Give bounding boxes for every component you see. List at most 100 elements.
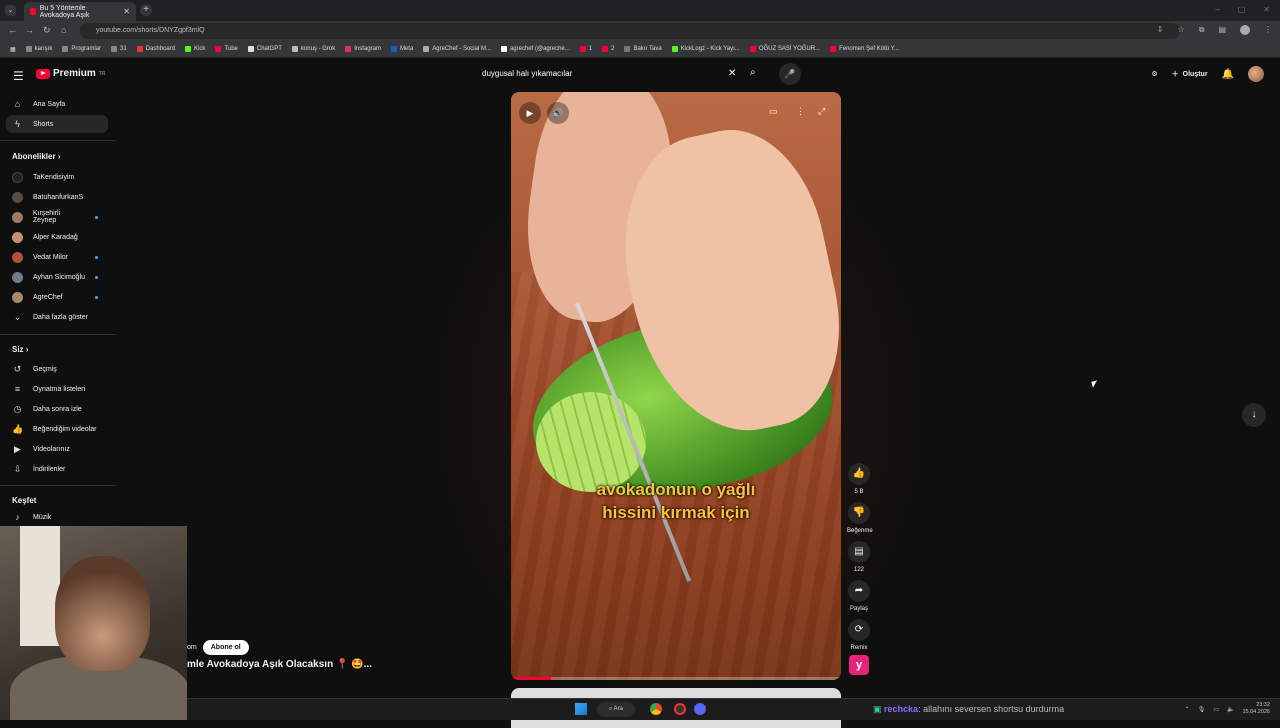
subscriptions-header[interactable]: Abonelikler › [12, 152, 60, 161]
remix-button[interactable]: ⟳ Remix [847, 619, 871, 651]
new-tab-button[interactable]: + [140, 4, 152, 16]
sidebar-item-liked-videos[interactable]: 👍 Beğendiğim videolar [6, 420, 108, 438]
sidebar-item-playlists[interactable]: ≡ Oynatma listeleri [6, 380, 108, 398]
bookmark-item[interactable]: Instagram [345, 46, 381, 52]
clock[interactable]: 23:32 15.04.2026 [1242, 702, 1270, 716]
chevron-up-icon[interactable]: ⌃ [1185, 706, 1190, 713]
search-icon[interactable]: ⌕ [750, 67, 756, 78]
bookmark-icon [215, 46, 222, 52]
progress-bar[interactable] [511, 677, 841, 680]
microphone-tray-icon[interactable]: 🎙 [1198, 706, 1206, 713]
close-window-icon[interactable]: ✕ [1263, 5, 1270, 14]
account-avatar[interactable] [1248, 66, 1264, 82]
notifications-bell-icon[interactable]: 🔔 [1222, 69, 1234, 80]
bookmark-item[interactable]: Meta [390, 46, 413, 52]
sidebar-item-subscription[interactable]: Alper Karadağ [6, 228, 108, 246]
create-button[interactable]: ＋ Oluştur [1172, 69, 1208, 79]
home-icon[interactable]: ⌂ [61, 25, 66, 35]
taskbar-search[interactable]: ⌕ Ara [597, 702, 635, 717]
sidebar-item-shorts[interactable]: ϟ Shorts [6, 115, 108, 133]
bookmark-item[interactable]: KickLogz - Kick Yayı... [671, 46, 740, 52]
network-icon[interactable]: ▭ [1213, 706, 1219, 713]
url-field[interactable]: youtube.com/shorts/DNYZgpf3mlQ [80, 23, 1180, 39]
forward-icon[interactable]: → [25, 25, 34, 35]
browser-tab[interactable]: Bu 5 Yöntemle Avokadoya Aşık ✕ [24, 2, 136, 21]
extensions-icon[interactable]: ⧉ [1199, 25, 1205, 35]
channel-name: Vedat Milor [33, 253, 69, 261]
profile-avatar[interactable] [1240, 25, 1250, 35]
bookmark-item[interactable]: konuş - Grok [291, 46, 335, 52]
microphone-icon[interactable]: 🎤 [779, 63, 801, 85]
speaker-icon[interactable]: 🔈 [1227, 706, 1234, 713]
dislike-button[interactable]: 👎 Beğenme [847, 502, 873, 534]
bookmark-item[interactable]: Programlar [62, 46, 101, 52]
sound-thumbnail[interactable]: y [849, 655, 869, 675]
sidebar-item-subscription[interactable]: BatuhanfurkanS [6, 188, 108, 206]
maximize-icon[interactable]: ▢ [1238, 5, 1246, 14]
cast-icon[interactable]: ⚙ [1151, 70, 1157, 78]
shorts-video-player[interactable]: ▶ 🔊 ▭ ⋮ ⤢ avokadonun o yağlı hissini kır… [511, 92, 841, 680]
system-tray: ⌃ 🎙 ▭ 🔈 23:32 15.04.2026 [1185, 702, 1270, 716]
sidebar-item-subscription[interactable]: Kırşehirli Zeynep [6, 208, 108, 226]
back-icon[interactable]: ← [8, 25, 17, 35]
youtube-logo[interactable]: Premium TR [36, 68, 105, 79]
sidebar-item-music[interactable]: ♪ Müzik [6, 508, 108, 526]
bookmark-item[interactable]: karışık [25, 46, 52, 52]
bookmark-item[interactable]: Fenomen Şef Kötü Y... [830, 46, 899, 52]
menu-icon[interactable]: ⋮ [1264, 25, 1272, 35]
sidebar-item-history[interactable]: ↺ Geçmiş [6, 360, 108, 378]
tab-search-button[interactable]: ⌄ [5, 5, 16, 16]
minimize-icon[interactable]: – [1215, 5, 1219, 14]
bookmark-item[interactable]: Dashboard [136, 46, 175, 52]
sidebar-item-subscription[interactable]: Vedat Milor [6, 248, 108, 266]
close-tab-icon[interactable]: ✕ [123, 7, 130, 16]
bookmark-item[interactable]: Tube [215, 46, 238, 52]
like-button[interactable]: 👍 5 B [847, 463, 871, 495]
bookmark-star-icon[interactable]: ☆ [1178, 25, 1185, 35]
app-icon[interactable] [674, 703, 686, 715]
bookmark-item[interactable]: Bakır Tava [624, 46, 662, 52]
video-title[interactable]: mle Avokadoya Aşık Olacaksın 📍 🤩... [187, 659, 372, 670]
sidebar-item-downloads[interactable]: ⇩ İndirilenler [6, 460, 108, 478]
sidebar-item-your-videos[interactable]: ▶ Videolarınız [6, 440, 108, 458]
you-header[interactable]: Siz › [12, 345, 28, 354]
play-icon[interactable]: ▶ [519, 102, 541, 124]
clear-search-icon[interactable]: ✕ [728, 68, 736, 79]
avocado-slices [536, 392, 646, 492]
volume-icon[interactable]: 🔊 [547, 102, 569, 124]
bookmark-item[interactable]: AgreChef - Social M... [423, 46, 491, 52]
subscribe-button[interactable]: Abone ol [202, 640, 249, 655]
channel-name[interactable]: om [187, 644, 197, 651]
sidepanel-icon[interactable]: ▤ [1218, 25, 1226, 35]
bookmark-item[interactable]: ChatGPT [247, 46, 282, 52]
sidebar-item-subscription[interactable]: TaKendisiyim [6, 168, 108, 186]
hamburger-menu-icon[interactable]: ☰ [13, 69, 24, 83]
bookmark-icon [624, 46, 631, 52]
sidebar-item-watch-later[interactable]: ◷ Daha sonra izle [6, 400, 108, 418]
bookmark-item[interactable]: 2 [602, 46, 614, 52]
discord-icon[interactable] [694, 703, 706, 715]
sidebar-item-home[interactable]: ⌂ Ana Sayfa [6, 95, 108, 113]
bookmark-item[interactable]: OĞUZ SASİ YOĞUR... [749, 46, 820, 52]
bookmark-item[interactable]: 1 [579, 46, 592, 52]
sidebar-item-subscription[interactable]: Ayhan Sicimoğlu [6, 268, 108, 286]
reload-icon[interactable]: ↻ [43, 25, 51, 36]
install-icon[interactable]: ⇩ [1157, 25, 1164, 35]
show-more-button[interactable]: ⌄ Daha fazla göster [6, 308, 108, 326]
search-input[interactable]: duygusal halı yıkamacılar [474, 64, 744, 84]
chrome-icon[interactable] [650, 703, 662, 715]
background-door [20, 526, 60, 646]
sidebar-item-subscription[interactable]: AgreChef [6, 288, 108, 306]
next-video-arrow-icon[interactable]: ↓ [1242, 403, 1266, 427]
more-options-icon[interactable]: ⋮ [796, 106, 805, 117]
captions-icon[interactable]: ▭ [769, 106, 778, 117]
bookmark-item[interactable]: Kick [185, 46, 205, 52]
bookmark-item[interactable]: 31 [111, 46, 127, 52]
comments-button[interactable]: ▤ 122 [847, 541, 871, 573]
share-button[interactable]: ➦ Paylaş [847, 580, 871, 612]
fullscreen-icon[interactable]: ⤢ [818, 106, 825, 117]
windows-start-icon[interactable] [575, 703, 587, 715]
caption-line: hissini kırmak için [602, 503, 750, 522]
bookmark-item[interactable]: agrechef (@agreche... [500, 46, 570, 52]
apps-icon[interactable]: ▦ [10, 46, 16, 53]
